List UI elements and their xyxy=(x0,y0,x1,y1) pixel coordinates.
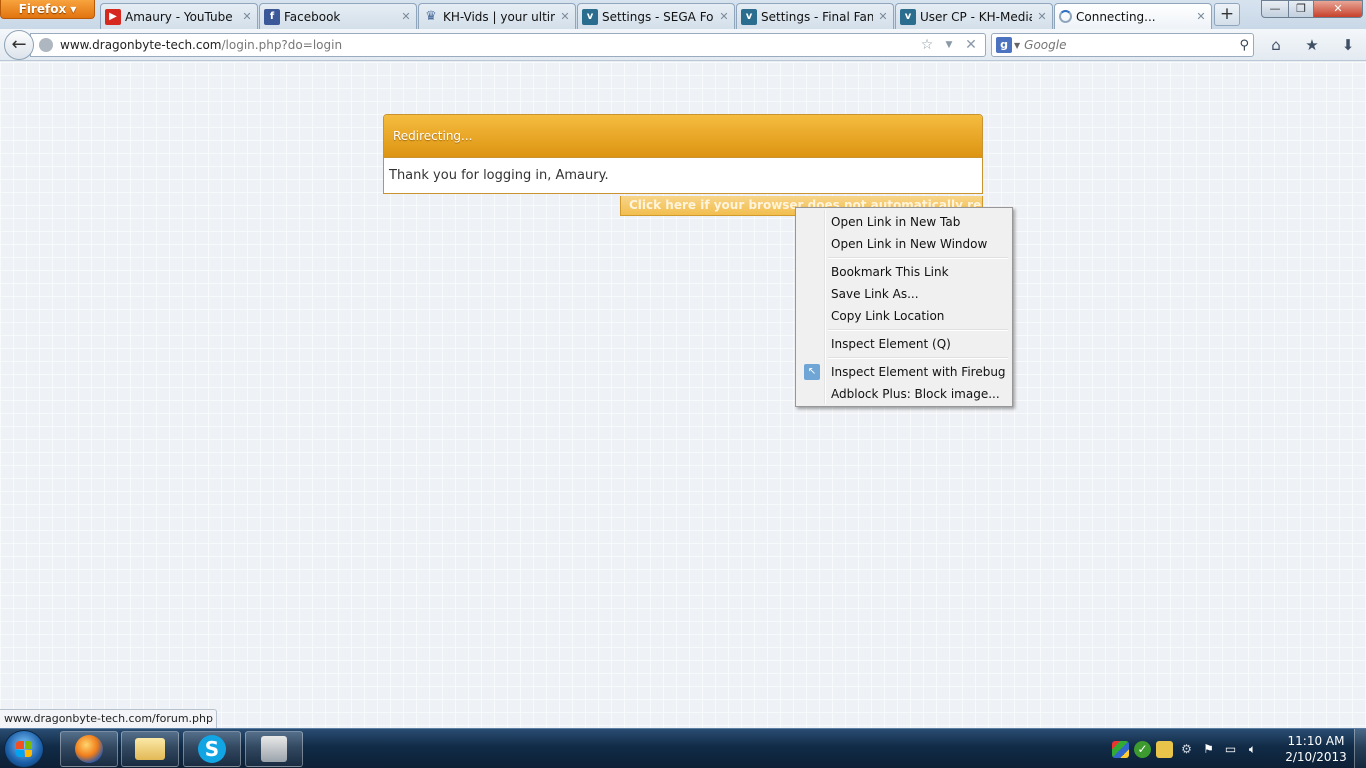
start-button[interactable] xyxy=(4,730,44,768)
tab-strip: Firefox ▼ ▶ Amaury - YouTube ✕ f Faceboo… xyxy=(0,0,1366,29)
tab-title: User CP - KH-Media... xyxy=(920,9,1032,24)
firefox-menu-label: Firefox xyxy=(18,2,67,16)
folder-icon xyxy=(135,738,165,760)
menu-item-inspect-element[interactable]: Inspect Element (Q) xyxy=(798,333,1010,355)
url-domain: www.dragonbyte-tech.com xyxy=(60,38,222,52)
search-input[interactable] xyxy=(1024,38,1240,52)
volume-icon[interactable]: 🔈︎ xyxy=(1244,741,1261,758)
tab-sega-settings[interactable]: v Settings - SEGA For... ✕ xyxy=(577,3,735,29)
chevron-down-icon: ▼ xyxy=(70,4,77,14)
new-tab-button[interactable]: + xyxy=(1214,3,1240,26)
tab-title: Settings - SEGA For... xyxy=(602,9,714,24)
search-bar[interactable]: g ▼ ⚲ xyxy=(991,33,1254,57)
vbulletin-icon: v xyxy=(741,8,757,25)
redirect-panel: Redirecting... Thank you for logging in,… xyxy=(383,114,983,194)
close-icon[interactable]: ✕ xyxy=(559,10,571,23)
page-content: Redirecting... Thank you for logging in,… xyxy=(0,62,1366,728)
close-icon[interactable]: ✕ xyxy=(1195,10,1207,23)
close-icon[interactable]: ✕ xyxy=(241,10,253,23)
network-share-icon[interactable]: ⚙ xyxy=(1178,741,1195,758)
menu-item-inspect-firebug[interactable]: ↖ Inspect Element with Firebug xyxy=(798,361,1010,383)
tab-youtube[interactable]: ▶ Amaury - YouTube ✕ xyxy=(100,3,258,29)
clock-date: 2/10/2013 xyxy=(1285,750,1347,764)
bookmarks-button[interactable]: ★ xyxy=(1301,35,1323,55)
tab-title: Settings - Final Fant... xyxy=(761,9,873,24)
taskbar-skype[interactable]: S xyxy=(183,731,241,767)
navigation-toolbar: www.dragonbyte-tech.com /login.php?do=lo… xyxy=(0,29,1366,61)
app-tray-icon[interactable] xyxy=(1112,740,1129,758)
close-icon[interactable]: ✕ xyxy=(400,10,412,23)
loading-spinner-icon xyxy=(1059,10,1072,23)
taskbar-firefox[interactable] xyxy=(60,731,118,767)
home-icon: ⌂ xyxy=(1271,36,1281,54)
firefox-icon xyxy=(75,735,103,763)
close-window-button[interactable]: ✕ xyxy=(1313,0,1363,18)
security-shield-icon[interactable]: ✓ xyxy=(1134,740,1151,758)
context-menu: Open Link in New Tab Open Link in New Wi… xyxy=(795,207,1013,407)
menu-item-adblock-block-image[interactable]: Adblock Plus: Block image... xyxy=(798,383,1010,405)
tab-kh-vids[interactable]: ♛ KH-Vids | your ultim... ✕ xyxy=(418,3,576,29)
tab-final-fantasy-settings[interactable]: v Settings - Final Fant... ✕ xyxy=(736,3,894,29)
menu-item-copy-link-location[interactable]: Copy Link Location xyxy=(798,305,1010,327)
close-icon[interactable]: ✕ xyxy=(718,10,730,23)
vbulletin-icon: v xyxy=(900,8,916,25)
status-bar: www.dragonbyte-tech.com/forum.php xyxy=(0,709,217,728)
tab-title: Amaury - YouTube xyxy=(125,9,233,24)
menu-item-label: Inspect Element with Firebug xyxy=(831,365,1006,379)
back-button[interactable]: ← xyxy=(4,30,34,60)
close-icon[interactable]: ✕ xyxy=(1036,10,1048,23)
network-icon[interactable]: ▭ xyxy=(1222,741,1239,758)
arrow-left-icon: ← xyxy=(11,34,27,55)
bookmarks-star-icon: ★ xyxy=(1305,36,1319,54)
url-path: /login.php?do=login xyxy=(221,38,343,52)
taskbar-installer[interactable] xyxy=(245,731,303,767)
installer-icon xyxy=(261,736,287,762)
taskbar: S ✓ ⚙ ⚑ ▭ 🔈︎ 11:10 AM 2/10/2013 xyxy=(0,728,1366,768)
skype-icon: S xyxy=(198,735,226,763)
tab-user-cp[interactable]: v User CP - KH-Media... ✕ xyxy=(895,3,1053,29)
redirect-message: Thank you for logging in, Amaury. xyxy=(384,157,982,193)
tab-connecting[interactable]: Connecting... ✕ xyxy=(1054,3,1212,29)
home-button[interactable]: ⌂ xyxy=(1265,35,1287,55)
tab-title: Connecting... xyxy=(1076,9,1156,24)
search-icon[interactable]: ⚲ xyxy=(1239,38,1249,53)
redirect-title: Redirecting... xyxy=(384,115,982,157)
chevron-down-icon[interactable]: ▼ xyxy=(1014,41,1020,50)
minimize-button[interactable]: — xyxy=(1261,0,1289,18)
maximize-button[interactable]: ❐ xyxy=(1288,0,1314,18)
menu-item-open-new-window[interactable]: Open Link in New Window xyxy=(798,233,1010,255)
menu-item-bookmark-link[interactable]: Bookmark This Link xyxy=(798,261,1010,283)
tab-facebook[interactable]: f Facebook ✕ xyxy=(259,3,417,29)
vbulletin-icon: v xyxy=(582,8,598,25)
tab-title: Facebook xyxy=(284,9,341,24)
clock-time: 11:10 AM xyxy=(1287,734,1345,748)
notes-icon[interactable] xyxy=(1156,740,1173,758)
google-icon[interactable]: g xyxy=(996,37,1012,53)
url-bar-actions: ☆ ▼ ✕ xyxy=(919,37,985,53)
show-desktop-button[interactable] xyxy=(1354,729,1366,768)
menu-item-save-link-as[interactable]: Save Link As... xyxy=(798,283,1010,305)
tab-title: KH-Vids | your ultim... xyxy=(443,9,555,24)
action-center-flag-icon[interactable]: ⚑ xyxy=(1200,741,1217,758)
menu-item-open-new-tab[interactable]: Open Link in New Tab xyxy=(798,211,1010,233)
globe-icon xyxy=(39,38,53,52)
star-icon[interactable]: ☆ xyxy=(919,37,935,53)
close-icon[interactable]: ✕ xyxy=(877,10,889,23)
windows-logo-icon xyxy=(16,741,32,757)
taskbar-explorer[interactable] xyxy=(121,731,179,767)
downloads-button[interactable]: ⬇ xyxy=(1337,35,1359,55)
taskbar-clock[interactable]: 11:10 AM 2/10/2013 xyxy=(1280,733,1352,767)
firebug-inspect-icon: ↖ xyxy=(804,364,820,380)
firefox-menu-button[interactable]: Firefox ▼ xyxy=(0,0,95,19)
download-arrow-icon: ⬇ xyxy=(1341,36,1355,54)
kh-vids-icon: ♛ xyxy=(425,9,437,24)
youtube-icon: ▶ xyxy=(105,8,121,25)
system-tray: ✓ ⚙ ⚑ ▭ 🔈︎ xyxy=(1108,729,1278,768)
stop-icon[interactable]: ✕ xyxy=(963,37,979,53)
url-bar[interactable]: www.dragonbyte-tech.com /login.php?do=lo… xyxy=(30,33,986,57)
chevron-down-icon[interactable]: ▼ xyxy=(941,37,957,53)
facebook-icon: f xyxy=(264,8,280,25)
